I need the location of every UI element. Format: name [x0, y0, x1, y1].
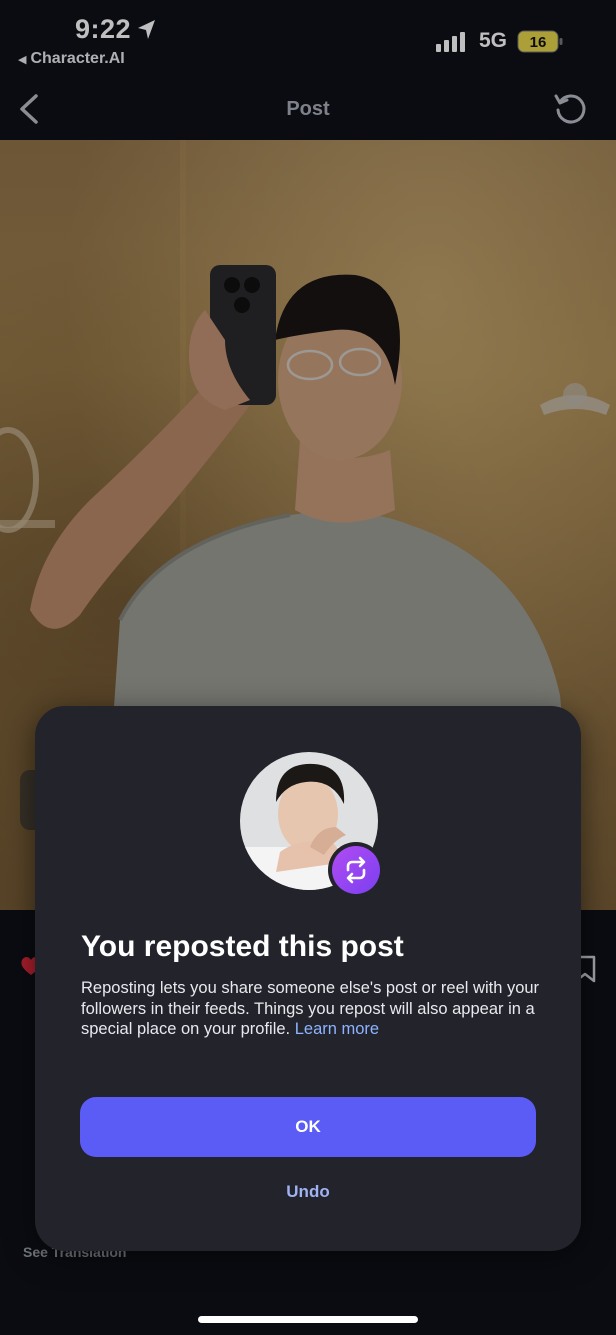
repost-confirmation-modal: You reposted this post Reposting lets yo…	[35, 706, 581, 1251]
undo-button[interactable]: Undo	[35, 1182, 581, 1202]
home-indicator	[198, 1316, 418, 1323]
repost-icon	[346, 856, 366, 884]
screen: 9:22 ◀ Character.AI 5G 16 Post See Trans…	[0, 0, 616, 1335]
modal-description: Reposting lets you share someone else's …	[81, 978, 541, 1040]
modal-title: You reposted this post	[81, 930, 404, 963]
learn-more-link[interactable]: Learn more	[295, 1020, 379, 1038]
repost-badge	[328, 842, 384, 898]
ok-button[interactable]: OK	[80, 1097, 536, 1157]
repost-badge-circle	[332, 846, 380, 894]
